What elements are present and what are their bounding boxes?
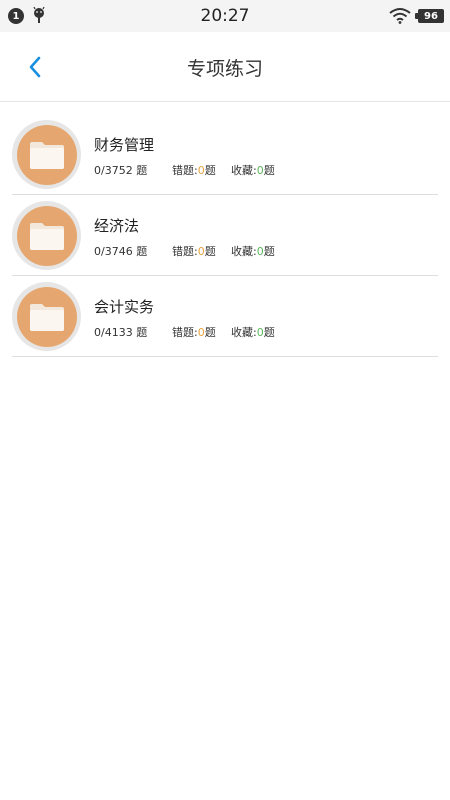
progress-count: 0/3746 题 [94,245,148,258]
folder-icon [29,141,64,169]
error-count: 错题:0题 [172,326,216,339]
avatar [12,120,81,189]
status-time: 20:27 [200,6,250,26]
subject-item-economic-law[interactable]: 经济法 0/3746 题 错题:0题 收藏:0题 [12,195,438,276]
error-count: 错题:0题 [172,164,216,177]
subject-list: 财务管理 0/3752 题 错题:0题 收藏:0题 经济法 0/3746 题 错… [0,114,450,357]
favorite-count: 收藏:0题 [231,326,275,339]
page-title: 专项练习 [186,58,263,80]
wifi-icon [389,8,411,24]
subject-item-accounting-practice[interactable]: 会计实务 0/4133 题 错题:0题 收藏:0题 [12,276,438,357]
avatar [12,201,81,270]
nav-bar: 专项练习 [0,32,450,102]
folder-icon [29,222,64,250]
subject-name: 经济法 [94,217,140,235]
progress-count: 0/4133 题 [94,326,148,339]
folder-icon [29,303,64,331]
battery-icon: 96 [415,9,444,23]
progress-count: 0/3752 题 [94,164,148,177]
avatar [12,282,81,351]
favorite-count: 收藏:0题 [231,245,275,258]
subject-name: 财务管理 [94,136,155,154]
error-count: 错题:0题 [172,245,216,258]
favorite-count: 收藏:0题 [231,164,275,177]
subject-name: 会计实务 [94,298,155,316]
subject-item-financial-management[interactable]: 财务管理 0/3752 题 错题:0题 收藏:0题 [12,114,438,195]
status-bar: 1 20:27 96 [0,0,450,32]
